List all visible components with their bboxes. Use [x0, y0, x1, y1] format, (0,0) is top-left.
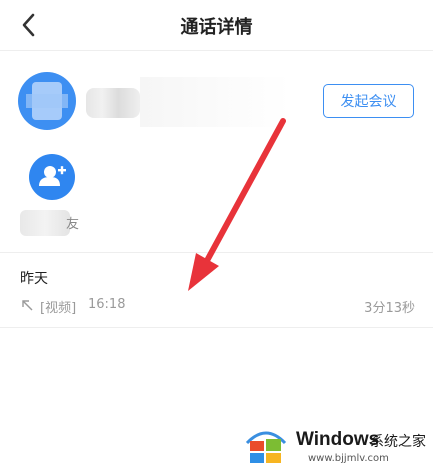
- page-title: 通话详情: [180, 17, 253, 38]
- divider: [0, 252, 433, 253]
- start-meeting-button[interactable]: 发起会议: [323, 84, 414, 118]
- contact-card: 发起会议 友: [0, 51, 433, 249]
- call-date-label: 昨天: [20, 271, 48, 287]
- call-type: [视频]: [40, 301, 77, 316]
- add-user-icon: [39, 166, 66, 186]
- avatar[interactable]: [18, 72, 76, 130]
- watermark-brand: Windows: [296, 429, 380, 450]
- add-contact-button[interactable]: [29, 154, 75, 200]
- windows-logo-icon: [245, 431, 287, 463]
- avatar-blur: [26, 94, 68, 108]
- top-bar: 通话详情: [0, 0, 433, 51]
- call-log-row[interactable]: [视频] 16:18 3分13秒: [0, 290, 433, 324]
- watermark-site-name: 系统之家: [370, 434, 426, 450]
- contact-name-blurred: [86, 88, 140, 118]
- divider: [0, 327, 433, 328]
- name-blur-faint: [140, 77, 290, 127]
- call-duration: 3分13秒: [364, 301, 415, 316]
- add-contact-label: 友: [66, 217, 80, 232]
- watermark: Windows 系统之家 www.bjjmlv.com: [243, 420, 433, 470]
- outgoing-call-arrow-icon: [22, 300, 33, 311]
- arrow-head: [188, 253, 219, 291]
- call-time: 16:18: [88, 297, 126, 312]
- add-contact-label-blur: [20, 210, 70, 236]
- watermark-url: www.bjjmlv.com: [308, 453, 389, 464]
